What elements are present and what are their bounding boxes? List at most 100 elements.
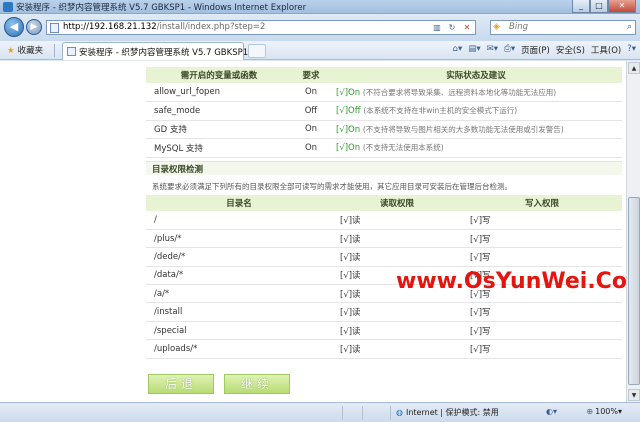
page-icon: [67, 47, 76, 56]
window-title: 安装程序 - 织梦内容管理系统 V5.7 GBKSP1 - Windows In…: [16, 3, 307, 13]
page-menu[interactable]: 页面(P): [521, 44, 550, 56]
address-toolbar: ◀ ▶ http://192.168.21.132/install/index.…: [0, 14, 640, 41]
continue-button[interactable]: 继续: [224, 374, 290, 394]
ie-app-icon: [3, 2, 13, 12]
requirement: On: [292, 138, 330, 158]
status-ok: [√]On: [336, 87, 361, 98]
search-placeholder: Bing: [509, 22, 528, 32]
mail-icon[interactable]: ✉▾: [487, 44, 498, 56]
dir-section-header: 目录权限检测: [146, 161, 622, 175]
read-permission: [√]读: [332, 339, 462, 359]
page-viewport: 需开启的变量或函数 要求 实际状态及建议 allow_url_fopen On …: [0, 61, 626, 402]
functions-table: 需开启的变量或函数 要求 实际状态及建议 allow_url_fopen On …: [146, 67, 622, 158]
forward-arrow-icon[interactable]: ▶: [26, 19, 42, 35]
stop-icon[interactable]: ✕: [461, 22, 473, 33]
minimize-button[interactable]: _: [572, 0, 590, 13]
col-header-function: 需开启的变量或函数: [146, 67, 292, 83]
address-bar[interactable]: http://192.168.21.132/install/index.php?…: [46, 20, 476, 35]
status-cell: [√]On (不支持将导致与图片相关的大多数功能无法使用或引发警告): [330, 120, 622, 139]
status-note: (本系统不支持在非win主机的安全模式下运行): [363, 106, 518, 116]
read-permission: [√]读: [332, 247, 462, 267]
col-header-status: 实际状态及建议: [330, 67, 622, 83]
scroll-down-icon[interactable]: ▼: [628, 389, 640, 401]
write-permission: [√]写: [462, 339, 622, 359]
command-bar: ⌂▾ ▤▾ ✉▾ ⎙▾ 页面(P) 安全(S) 工具(O) ?▾: [453, 44, 636, 56]
back-button[interactable]: 后退: [148, 374, 214, 394]
vertical-scrollbar[interactable]: ▲ ▼: [626, 61, 640, 402]
search-icon[interactable]: ⌕: [627, 22, 632, 32]
protected-mode-icon[interactable]: ◐▾: [546, 407, 557, 416]
zoom-level[interactable]: ⊕ 100%▾: [586, 407, 622, 416]
write-permission: [√]写: [462, 211, 622, 230]
print-icon[interactable]: ⎙▾: [504, 44, 515, 56]
divider: [54, 44, 55, 57]
table-row: /dede/* [√]读 [√]写: [146, 247, 622, 267]
watermark-text: www.OsYunWei.Com: [396, 269, 626, 294]
dir-name: /data/*: [146, 266, 332, 286]
new-tab-button[interactable]: [248, 44, 266, 58]
browser-tab[interactable]: 安装程序 - 织梦内容管理系统 V5.7 GBKSP1: [62, 42, 248, 60]
table-header-row: 需开启的变量或函数 要求 实际状态及建议: [146, 67, 622, 83]
table-row: /special [√]读 [√]写: [146, 321, 622, 341]
table-row: /plus/* [√]读 [√]写: [146, 229, 622, 249]
bing-logo-icon: ◈: [493, 22, 500, 32]
write-permission: [√]写: [462, 229, 622, 249]
divider: [390, 406, 391, 420]
read-permission: [√]读: [332, 211, 462, 230]
maximize-button[interactable]: □: [590, 0, 608, 13]
status-ok: [√]Off: [336, 106, 361, 117]
home-icon[interactable]: ⌂▾: [453, 44, 463, 56]
scroll-up-icon[interactable]: ▲: [628, 62, 640, 74]
status-ok: [√]On: [336, 124, 361, 135]
dir-name: /dede/*: [146, 247, 332, 267]
window-controls: _ □ ✕: [572, 0, 636, 13]
status-cell: [√]On (不支持无法使用本系统): [330, 138, 622, 158]
function-name: allow_url_fopen: [146, 83, 292, 102]
col-header-requirement: 要求: [292, 67, 330, 83]
divider: [362, 406, 363, 420]
dir-name: /uploads/*: [146, 339, 332, 359]
star-icon: ★: [7, 46, 15, 56]
dir-name: /: [146, 211, 332, 230]
search-box[interactable]: ◈ Bing ⌕: [490, 20, 636, 35]
status-cell: [√]Off (本系统不支持在非win主机的安全模式下运行): [330, 101, 622, 121]
table-row: MySQL 支持 On [√]On (不支持无法使用本系统): [146, 138, 622, 158]
table-header-row: 目录名 读取权限 写入权限: [146, 195, 622, 211]
favorites-button[interactable]: ★ 收藏夹: [7, 44, 43, 56]
compat-view-icon[interactable]: ▥: [431, 22, 443, 33]
requirement: Off: [292, 101, 330, 121]
safety-menu[interactable]: 安全(S): [556, 44, 585, 56]
dir-name: /install: [146, 302, 332, 322]
close-button[interactable]: ✕: [608, 0, 636, 13]
feeds-icon[interactable]: ▤▾: [468, 44, 480, 56]
refresh-icon[interactable]: ↻: [446, 22, 458, 33]
read-permission: [√]读: [332, 229, 462, 249]
page-icon: [50, 23, 59, 33]
section-description: 系统要求必须满足下列所有的目录权限全部可读写的需求才能使用，其它应用目录可安装后…: [152, 182, 512, 191]
scrollbar-thumb[interactable]: [628, 197, 640, 385]
write-permission: [√]写: [462, 247, 622, 267]
table-row: safe_mode Off [√]Off (本系统不支持在非win主机的安全模式…: [146, 101, 622, 121]
function-name: MySQL 支持: [146, 138, 292, 158]
tools-menu[interactable]: 工具(O): [591, 44, 621, 56]
table-row: / [√]读 [√]写: [146, 211, 622, 230]
divider: [342, 406, 343, 420]
requirement: On: [292, 120, 330, 139]
url-text[interactable]: http://192.168.21.132/install/index.php?…: [63, 22, 265, 32]
requirement: On: [292, 83, 330, 102]
back-arrow-icon[interactable]: ◀: [4, 17, 24, 37]
dir-name: /special: [146, 321, 332, 341]
status-ok: [√]On: [336, 143, 361, 154]
table-row: GD 支持 On [√]On (不支持将导致与图片相关的大多数功能无法使用或引发…: [146, 120, 622, 139]
section-title: 目录权限检测: [152, 165, 204, 175]
security-zone[interactable]: ◍ Internet | 保护模式: 禁用: [396, 407, 499, 418]
zoom-icon: ⊕: [586, 407, 594, 416]
dir-name: /a/*: [146, 284, 332, 304]
table-row: /install [√]读 [√]写: [146, 302, 622, 322]
help-icon[interactable]: ?▾: [627, 44, 636, 56]
status-bar: ◍ Internet | 保护模式: 禁用 ◐▾ ⊕ 100%▾: [0, 402, 640, 422]
write-permission: [√]写: [462, 302, 622, 322]
read-permission: [√]读: [332, 321, 462, 341]
dir-name: /plus/*: [146, 229, 332, 249]
function-name: GD 支持: [146, 120, 292, 139]
